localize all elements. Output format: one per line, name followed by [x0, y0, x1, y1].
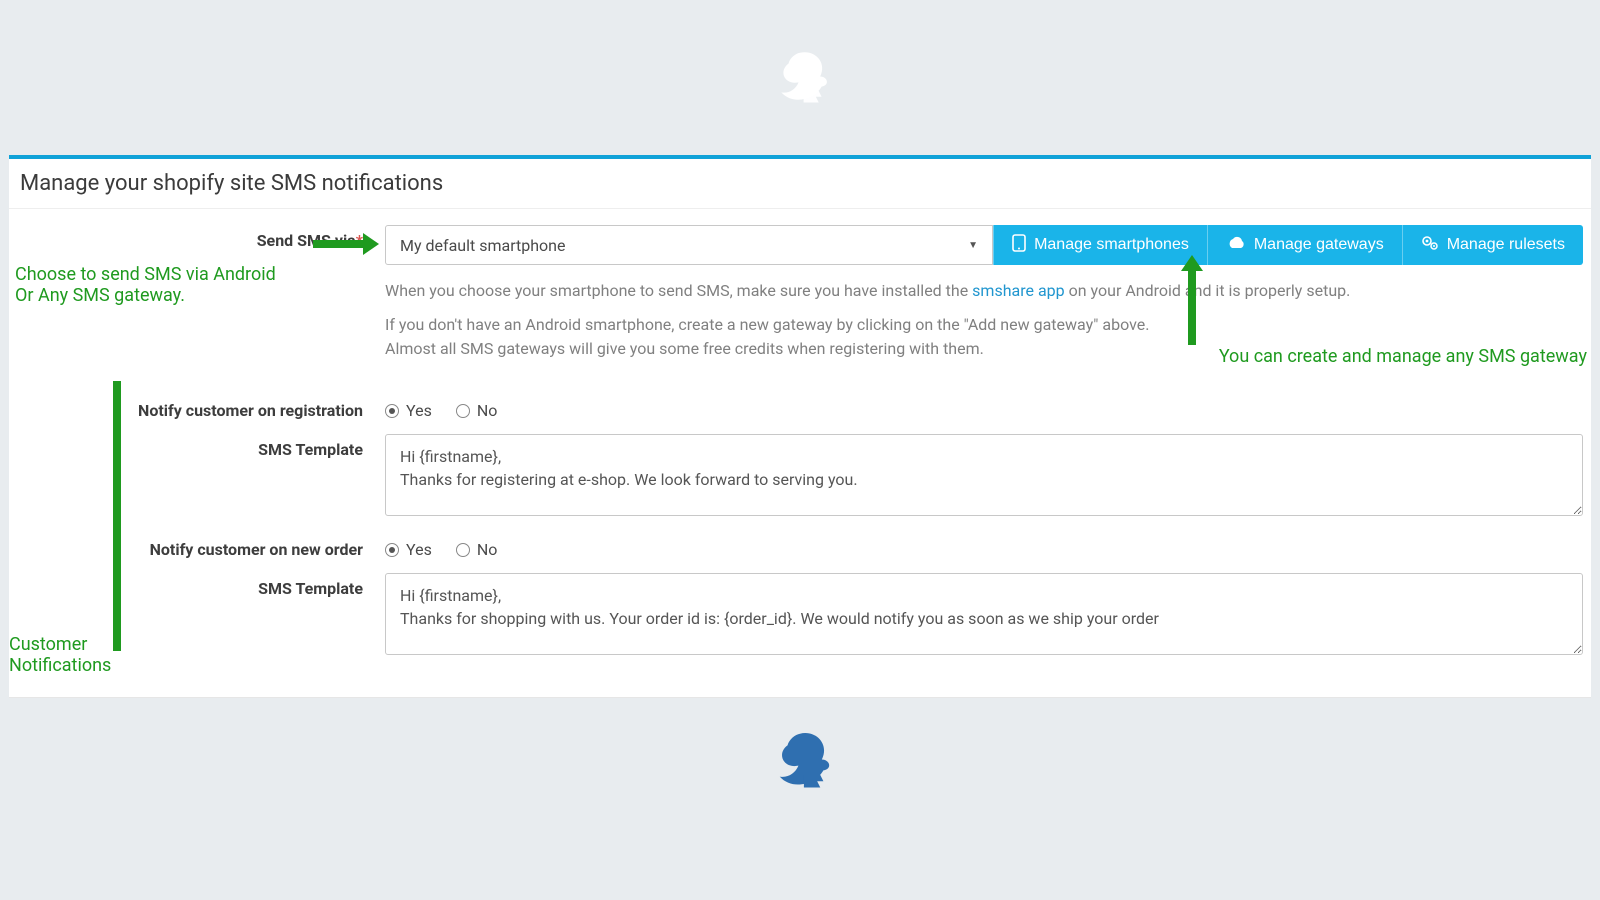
- smartphone-icon: [1012, 234, 1026, 257]
- manage-rulesets-button[interactable]: Manage rulesets: [1402, 225, 1583, 265]
- btn-label: Manage smartphones: [1034, 236, 1189, 254]
- radio-icon: [456, 404, 470, 418]
- notify-registration-radios: Yes No: [385, 395, 1583, 420]
- form: Send SMS via* My default smartphone ▼ Ma…: [9, 209, 1591, 697]
- help-text: Almost all SMS gateways will give you so…: [385, 339, 984, 358]
- label-text: Send SMS via: [257, 231, 356, 250]
- radio-no[interactable]: No: [456, 540, 498, 559]
- radio-yes[interactable]: Yes: [385, 401, 432, 420]
- header-area: [0, 0, 1600, 155]
- panel-title: Manage your shopify site SMS notificatio…: [9, 159, 1591, 209]
- dove-logo-blue: [761, 722, 839, 800]
- radio-no[interactable]: No: [456, 401, 498, 420]
- help-text: on your Android and it is properly setup…: [1065, 281, 1351, 300]
- radio-icon: [385, 543, 399, 557]
- radio-yes[interactable]: Yes: [385, 540, 432, 559]
- dove-logo-white: [764, 42, 836, 114]
- smshare-app-link[interactable]: smshare app: [972, 281, 1064, 300]
- row-notify-registration: Notify customer on registration Yes No: [17, 395, 1583, 420]
- chevron-down-icon: ▼: [968, 240, 978, 251]
- label-order-template: SMS Template: [17, 573, 385, 598]
- help-text: When you choose your smartphone to send …: [385, 281, 972, 300]
- registration-template-textarea[interactable]: [385, 434, 1583, 516]
- row-notify-order: Notify customer on new order Yes No: [17, 534, 1583, 559]
- manage-smartphones-button[interactable]: Manage smartphones: [993, 225, 1207, 265]
- required-asterisk: *: [356, 231, 363, 250]
- radio-icon: [456, 543, 470, 557]
- btn-label: Manage gateways: [1254, 236, 1384, 254]
- radio-label: No: [477, 401, 498, 420]
- select-value: My default smartphone: [400, 236, 565, 255]
- label-send-sms-via: Send SMS via*: [17, 225, 385, 250]
- settings-panel: Manage your shopify site SMS notificatio…: [9, 155, 1591, 698]
- sendvia-help: When you choose your smartphone to send …: [385, 279, 1583, 361]
- cloud-icon: [1226, 236, 1246, 255]
- send-sms-via-select[interactable]: My default smartphone ▼: [385, 225, 993, 265]
- footer-logo-area: [0, 698, 1600, 860]
- label-notify-registration: Notify customer on registration: [17, 395, 385, 420]
- order-template-textarea[interactable]: [385, 573, 1583, 655]
- row-order-template: SMS Template: [17, 573, 1583, 659]
- row-registration-template: SMS Template: [17, 434, 1583, 520]
- help-text: If you don't have an Android smartphone,…: [385, 315, 1149, 334]
- radio-icon: [385, 404, 399, 418]
- radio-label: Yes: [406, 401, 432, 420]
- label-registration-template: SMS Template: [17, 434, 385, 459]
- radio-label: Yes: [406, 540, 432, 559]
- radio-label: No: [477, 540, 498, 559]
- row-send-sms-via: Send SMS via* My default smartphone ▼ Ma…: [17, 225, 1583, 371]
- sendvia-controls: My default smartphone ▼ Manage smartphon…: [385, 225, 1583, 265]
- label-notify-order: Notify customer on new order: [17, 534, 385, 559]
- manage-gateways-button[interactable]: Manage gateways: [1207, 225, 1402, 265]
- btn-label: Manage rulesets: [1447, 236, 1565, 254]
- notify-order-radios: Yes No: [385, 534, 1583, 559]
- gears-icon: [1421, 235, 1439, 256]
